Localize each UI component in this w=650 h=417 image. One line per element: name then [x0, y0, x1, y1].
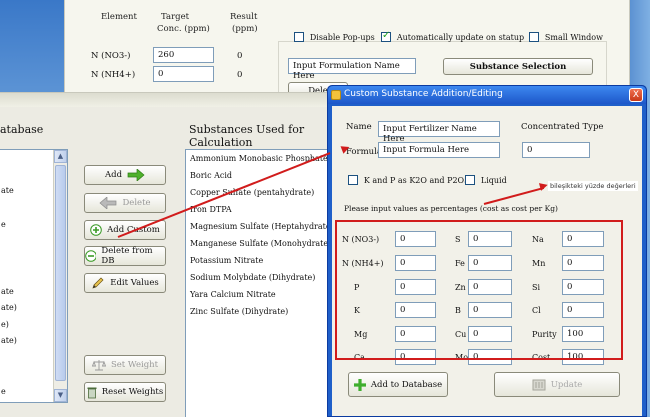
substance-window-titlebar	[0, 93, 350, 107]
set-weight-label: Set Weight	[110, 360, 159, 370]
disable-popups-option[interactable]: Disable Pop-ups	[294, 32, 375, 43]
update-label: Update	[550, 379, 583, 390]
scroll-down-icon[interactable]: ▼	[54, 389, 67, 402]
plus-circle-icon	[90, 224, 102, 236]
edit-values-label: Edit Values	[110, 278, 159, 288]
dialog-title: Custom Substance Addition/Editing	[344, 89, 503, 99]
reset-weights-button[interactable]: Reset Weights	[84, 382, 166, 402]
update-button[interactable]: Update	[494, 372, 620, 397]
database-list-scrollbar[interactable]: ▲ ▼	[53, 150, 67, 402]
substance-list-item[interactable]: Potassium Nitrate	[190, 256, 263, 265]
delete-from-db-button[interactable]: Delete from DB	[84, 246, 166, 266]
scroll-up-icon[interactable]: ▲	[54, 150, 67, 163]
edit-values-button[interactable]: Edit Values	[84, 273, 166, 293]
row-label-no3: N (NO3-)	[91, 51, 131, 61]
target-input-no3[interactable]: 260	[153, 47, 214, 63]
disable-popups-label: Disable Pop-ups	[309, 32, 375, 42]
small-window-option[interactable]: Small Window	[529, 32, 603, 43]
substance-list-item[interactable]: Zinc Sulfate (Dihydrate)	[190, 307, 288, 316]
substance-list-item[interactable]: Yara Calcium Nitrate	[190, 290, 276, 299]
element-header: Element	[101, 12, 137, 22]
pencil-icon	[92, 277, 104, 289]
substance-list-item[interactable]: Copper Sulfate (pentahydrate)	[190, 188, 314, 197]
substances-panel-title: Substances Used for Calculation	[189, 123, 305, 149]
add-to-database-label: Add to Database	[370, 379, 443, 390]
auto-update-checkbox[interactable]	[381, 30, 391, 42]
database-list-item[interactable]: ate	[1, 186, 14, 195]
target-input-nh4[interactable]: 0	[153, 66, 214, 82]
substance-list-item[interactable]: Sodium Molybdate (Dihydrate)	[190, 273, 315, 282]
scrollbar-thumb[interactable]	[55, 165, 66, 381]
auto-update-option[interactable]: Automatically update on statup	[381, 30, 525, 43]
k-and-p-checkbox[interactable]	[348, 175, 358, 185]
result-header: Result	[230, 12, 258, 22]
substance-list-item[interactable]: Boric Acid	[190, 171, 232, 180]
substance-list-item[interactable]: Magnesium Sulfate (Heptahydrate)	[190, 222, 334, 231]
formulation-name-input[interactable]: Input Formulation Name Here	[288, 58, 416, 81]
target-header: Target	[161, 12, 190, 22]
disable-popups-checkbox[interactable]	[294, 32, 304, 42]
result-nh4: 0	[237, 70, 243, 80]
update-icon	[532, 379, 546, 390]
dialog-titlebar[interactable]: Custom Substance Addition/Editing X	[328, 86, 646, 104]
add-to-database-button[interactable]: Add to Database	[348, 372, 448, 397]
delete-button-label: Delete	[122, 198, 151, 208]
auto-update-label: Automatically update on statup	[396, 32, 525, 42]
small-window-label: Small Window	[544, 32, 603, 42]
name-label: Name	[346, 122, 372, 132]
concentrated-type-input[interactable]: 0	[522, 142, 590, 158]
target-header-unit: Conc. (ppm)	[157, 24, 210, 34]
add-button[interactable]: Add	[84, 165, 166, 185]
scale-icon	[91, 360, 106, 371]
database-list-item[interactable]: e)	[1, 320, 9, 329]
database-panel-title: atabase	[0, 123, 44, 136]
concentrated-type-label: Concentrated Type	[521, 122, 604, 132]
dialog-app-icon	[331, 90, 341, 100]
database-list-item[interactable]: e	[1, 387, 6, 396]
database-list-item[interactable]: ate	[1, 287, 14, 296]
add-button-label: Add	[104, 170, 123, 180]
database-list-item[interactable]: ate)	[1, 303, 17, 312]
liquid-label: Liquid	[480, 175, 507, 185]
result-no3: 0	[237, 51, 243, 61]
k-and-p-label: K and P as K2O and P2O5	[363, 175, 470, 185]
minus-circle-icon	[85, 250, 97, 262]
plus-icon	[353, 378, 366, 391]
liquid-checkbox[interactable]	[465, 175, 475, 185]
row-label-nh4: N (NH4+)	[91, 70, 136, 80]
delete-button[interactable]: Delete	[84, 193, 166, 213]
database-list[interactable]: ate e ate ate) e) ate) e ▲ ▼	[0, 149, 68, 403]
substances-list[interactable]: Ammonium Monobasic Phosphate Boric Acid …	[185, 149, 335, 417]
arrow-right-icon	[127, 169, 145, 181]
delete-from-db-label: Delete from DB	[101, 246, 153, 266]
arrow-left-icon	[99, 197, 117, 209]
liquid-option[interactable]: Liquid	[465, 175, 507, 186]
close-icon[interactable]: X	[629, 88, 643, 102]
annotation-frame	[335, 220, 623, 360]
result-header-unit: (ppm)	[232, 24, 258, 34]
formula-input[interactable]: Input Formula Here	[378, 142, 500, 158]
substance-selection-window: atabase Substances Used for Calculation …	[0, 92, 350, 417]
k-and-p-option[interactable]: K and P as K2O and P2O5	[348, 175, 469, 186]
substance-selection-button[interactable]: Substance Selection	[443, 58, 593, 75]
set-weight-button[interactable]: Set Weight	[84, 355, 166, 375]
fertilizer-name-input[interactable]: Input Fertilizer Name Here	[378, 121, 500, 144]
database-list-item[interactable]: e	[1, 220, 6, 229]
trash-icon	[87, 387, 97, 398]
annotation-note: bileşikteki yüzde değerleri	[548, 181, 638, 191]
reset-weights-label: Reset Weights	[101, 387, 164, 397]
instructions-text: Please input values as percentages (cost…	[344, 204, 558, 213]
database-list-item[interactable]: ate)	[1, 336, 17, 345]
formula-label: Formula	[346, 147, 382, 157]
substance-list-item[interactable]: Manganese Sulfate (Monohydrate)	[190, 239, 331, 248]
small-window-checkbox[interactable]	[529, 32, 539, 42]
